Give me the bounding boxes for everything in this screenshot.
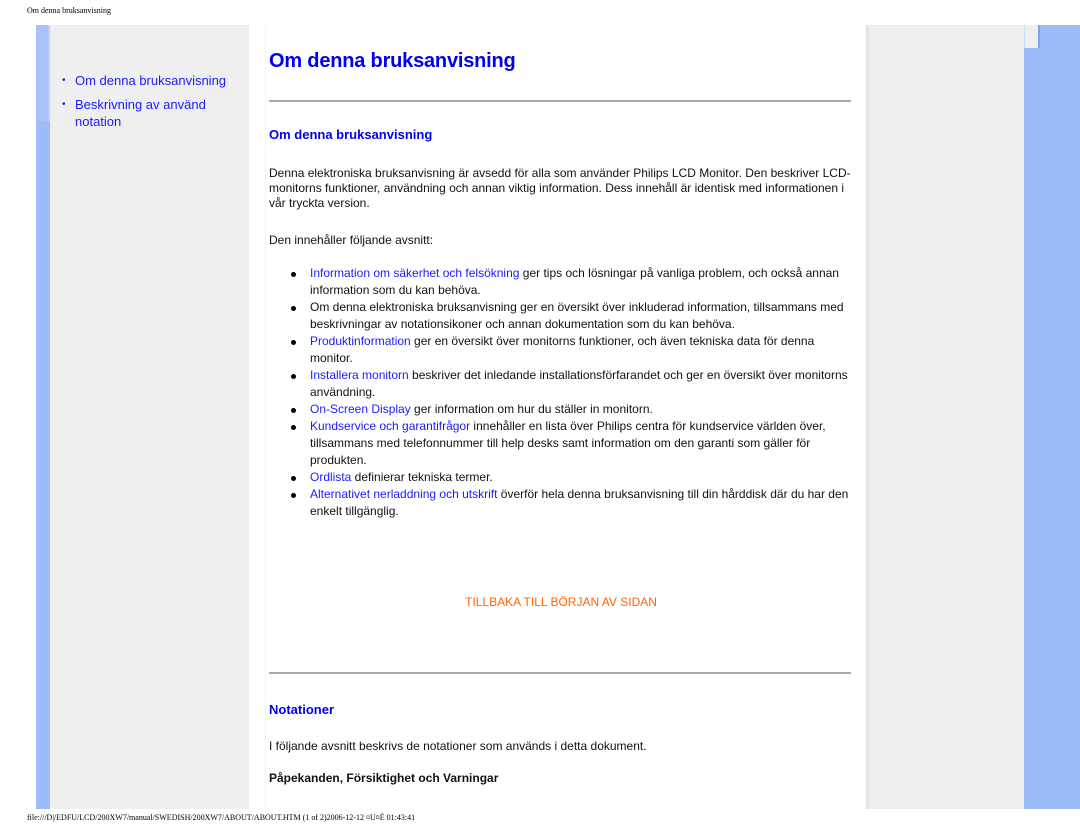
list-item: Alternativet nerladdning och utskrift öv… (289, 486, 854, 520)
right-accent-notch (1024, 25, 1040, 48)
main-content: Om denna bruksanvisning Om denna bruksan… (265, 25, 867, 809)
bullet-icon (291, 425, 296, 430)
sidebar: • Om denna bruksanvisning • Beskrivning … (50, 25, 249, 809)
left-accent-stripe (36, 25, 50, 809)
notationer-intro: I följande avsnitt beskrivs de notatione… (269, 739, 647, 753)
link-kundservice-garanti[interactable]: Kundservice och garantifrågor (310, 419, 470, 433)
bullet-icon (291, 493, 296, 498)
sidebar-link[interactable]: Om denna bruksanvisning (75, 73, 226, 88)
bullet-icon (291, 374, 296, 379)
back-to-top-link[interactable]: TILLBAKA TILL BÖRJAN AV SIDAN (266, 595, 856, 609)
bullet-icon: • (62, 99, 66, 110)
sidebar-item-om-denna-bruksanvisning[interactable]: • Om denna bruksanvisning (62, 72, 242, 89)
link-on-screen-display[interactable]: On-Screen Display (310, 402, 411, 416)
bullet-icon (291, 340, 296, 345)
list-item: Installera monitorn beskriver det inleda… (289, 367, 854, 401)
link-installera-monitorn[interactable]: Installera monitorn (310, 368, 409, 382)
divider (269, 100, 851, 102)
sidebar-nav: • Om denna bruksanvisning • Beskrivning … (62, 72, 242, 137)
sections-list: Information om säkerhet och felsökning g… (289, 265, 854, 520)
list-item-text: Om denna elektroniska bruksanvisning ger… (310, 300, 844, 331)
divider (269, 672, 851, 674)
link-nerladdning-utskrift[interactable]: Alternativet nerladdning och utskrift (310, 487, 497, 501)
list-item: Produktinformation ger en översikt över … (289, 333, 854, 367)
intro-paragraph: Denna elektroniska bruksanvisning är avs… (269, 166, 851, 210)
section-heading-om: Om denna bruksanvisning (269, 127, 433, 142)
list-item: Kundservice och garantifrågor innehåller… (289, 418, 854, 469)
right-panel (866, 25, 1027, 809)
sidebar-link[interactable]: Beskrivning av använd notation (75, 97, 206, 129)
link-produktinformation[interactable]: Produktinformation (310, 334, 411, 348)
list-item: Om denna elektroniska bruksanvisning ger… (289, 299, 854, 333)
bullet-icon (291, 272, 296, 277)
section-heading-notationer: Notationer (269, 702, 334, 717)
sidebar-item-beskrivning-av-notation[interactable]: • Beskrivning av använd notation (62, 96, 242, 130)
bullet-icon: • (62, 75, 66, 86)
list-item: On-Screen Display ger information om hur… (289, 401, 854, 418)
page-title: Om denna bruksanvisning (269, 50, 516, 72)
link-sakerhet-felsokning[interactable]: Information om säkerhet och felsökning (310, 266, 519, 280)
list-item-text: definierar tekniska termer. (351, 470, 493, 484)
link-ordlista[interactable]: Ordlista (310, 470, 351, 484)
list-intro: Den innehåller följande avsnitt: (269, 233, 434, 247)
list-item: Information om säkerhet och felsökning g… (289, 265, 854, 299)
subheading-varningar: Påpekanden, Försiktighet och Varningar (269, 771, 499, 785)
right-accent-bar (1024, 25, 1080, 809)
list-item: Ordlista definierar tekniska termer. (289, 469, 854, 486)
left-accent-stripe-top (36, 25, 50, 121)
bullet-icon (291, 306, 296, 311)
bullet-icon (291, 408, 296, 413)
page-footer-path: file:///D|/EDFU/LCD/200XW7/manual/SWEDIS… (27, 813, 416, 822)
bullet-icon (291, 476, 296, 481)
page-header-title: Om denna bruksanvisning (27, 6, 111, 15)
list-item-text: ger information om hur du ställer in mon… (410, 402, 653, 416)
